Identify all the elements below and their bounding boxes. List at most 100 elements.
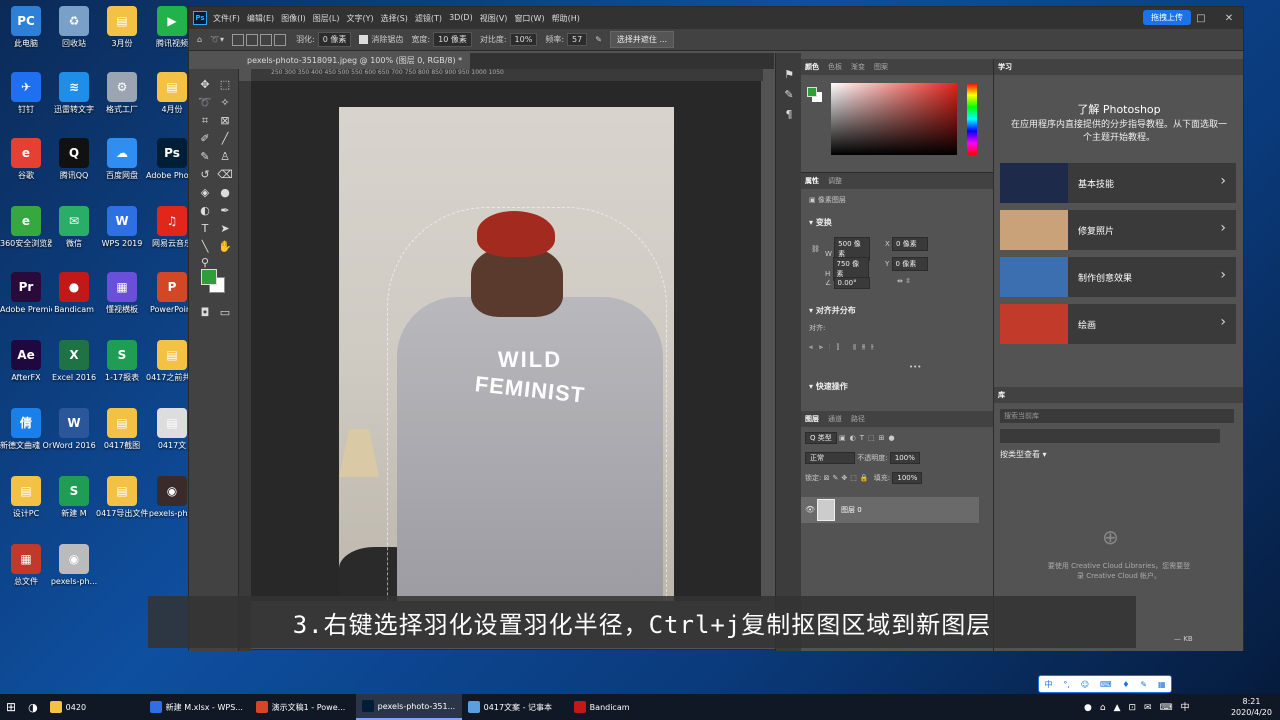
properties-tab[interactable]: 属性 <box>805 176 819 186</box>
ime-button[interactable]: ▦ <box>1158 680 1166 689</box>
desktop-icon[interactable]: Ae AfterFX <box>0 340 52 383</box>
antialias-checkbox[interactable] <box>359 35 369 44</box>
library-select[interactable] <box>1000 429 1220 443</box>
menu-item[interactable]: 滤镜(T) <box>415 13 442 24</box>
menu-item[interactable]: 图像(I) <box>281 13 306 24</box>
color-fg-swatch[interactable] <box>807 87 817 97</box>
color-picker-field[interactable] <box>831 83 957 155</box>
layer-row[interactable]: 👁 图层 0 <box>801 497 979 523</box>
desktop-icon[interactable]: ♻ 回收站 <box>48 6 100 49</box>
ime-button[interactable]: °, <box>1063 680 1070 689</box>
dodge-tool-icon[interactable]: ◐ <box>197 203 213 219</box>
desktop-icon[interactable]: ✈ 钉钉 <box>0 72 52 115</box>
quick-mask-icon[interactable]: ◘ <box>197 305 213 321</box>
blur-tool-icon[interactable]: ● <box>217 185 233 201</box>
x-field[interactable]: 0 像素 <box>892 237 929 251</box>
menu-item[interactable]: 选择(S) <box>381 13 408 24</box>
color-panel-tab[interactable]: 渐变 <box>851 62 865 72</box>
desktop-icon[interactable]: ▤ 3月份 <box>96 6 148 49</box>
taskbar-item[interactable]: 0420 <box>44 694 144 720</box>
lock-icons[interactable]: ⊠✎✥⬚🔒 <box>824 474 872 482</box>
desktop-icon[interactable]: W WPS 2019 <box>96 206 148 249</box>
libraries-tab[interactable]: 库 <box>998 390 1005 400</box>
angle-field[interactable]: 0.00° <box>833 277 870 289</box>
magic-wand-icon[interactable]: ✧ <box>217 95 233 111</box>
desktop-icon[interactable]: ▦ 懂视横板 <box>96 272 148 315</box>
learn-card[interactable]: 基本技能 › <box>1000 163 1236 203</box>
flip-icon[interactable]: ⇹ ⇳ <box>897 277 911 285</box>
desktop-icon[interactable]: ≋ 迅雷转文字 <box>48 72 100 115</box>
paragraph-panel-icon[interactable]: ¶ <box>781 107 797 123</box>
taskbar-item[interactable]: 新建 M.xlsx - WPS... <box>144 694 250 720</box>
menu-item[interactable]: 文件(F) <box>213 13 240 24</box>
frame-tool-icon[interactable]: ⊠ <box>217 113 233 129</box>
desktop-icon[interactable]: ▦ 总文件 <box>0 544 52 587</box>
type-tool-icon[interactable]: T <box>197 221 213 237</box>
add-selection-icon[interactable] <box>246 33 259 46</box>
taskbar-item[interactable]: pexels-photo-351... <box>355 694 462 720</box>
layers-tab[interactable]: 路径 <box>851 414 865 424</box>
tray-icons[interactable]: ●⌂▲⊡✉⌨中 <box>1084 700 1198 713</box>
path-select-icon[interactable]: ➤ <box>217 221 233 237</box>
intersect-selection-icon[interactable] <box>274 33 287 46</box>
opacity-field[interactable]: 100% <box>889 452 920 464</box>
lasso-tool-icon[interactable]: ➰ <box>197 95 213 111</box>
subtract-selection-icon[interactable] <box>260 33 273 46</box>
learn-card[interactable]: 修复照片 › <box>1000 210 1236 250</box>
brushes-panel-icon[interactable]: ✎ <box>781 87 797 103</box>
crop-tool-icon[interactable]: ⌗ <box>197 113 213 129</box>
layer-name[interactable]: 图层 0 <box>841 505 862 515</box>
chevron-down-icon[interactable]: ▾ <box>809 306 816 315</box>
filter-icons[interactable]: ▣◐T⬚⊞● <box>839 434 899 442</box>
hand-tool-icon[interactable]: ✋ <box>217 239 233 255</box>
blend-mode-select[interactable]: 正常 <box>805 452 855 464</box>
layer-filter-select[interactable]: Q 类型 <box>805 432 837 444</box>
ime-button[interactable]: 中 <box>1044 679 1052 690</box>
select-and-mask-button[interactable]: 选择并遮住 ... <box>609 31 675 48</box>
ime-button[interactable]: ♦ <box>1122 680 1129 689</box>
desktop-icon[interactable]: S 1-17报表 <box>96 340 148 383</box>
desktop-icon[interactable]: e 谷歌 <box>0 138 52 181</box>
maximize-button[interactable]: □ <box>1187 13 1215 24</box>
contrast-input[interactable]: 10% <box>509 33 538 46</box>
desktop-icon[interactable]: ☁ 百度网盘 <box>96 138 148 181</box>
lasso-tool-icon[interactable]: ➰▾ <box>210 35 224 44</box>
y-field[interactable]: 0 像素 <box>891 257 928 271</box>
menu-item[interactable]: 帮助(H) <box>552 13 580 24</box>
canvas-area[interactable]: WILD FEMINIST <box>251 81 761 601</box>
menu-item[interactable]: 3D(D) <box>449 13 473 24</box>
color-panel-tab[interactable]: 颜色 <box>805 62 819 72</box>
color-panel-tab[interactable]: 色板 <box>828 62 842 72</box>
desktop-icon[interactable]: ▤ 0417截图 <box>96 408 148 451</box>
ime-toolbar[interactable]: 中 °, ☺ ⌨ ♦ ✎ ▦ <box>1038 675 1172 693</box>
width-input[interactable]: 10 像素 <box>433 32 472 47</box>
fill-field[interactable]: 100% <box>892 472 923 484</box>
learn-tab[interactable]: 学习 <box>998 62 1012 72</box>
properties-tab[interactable]: 调整 <box>828 176 842 186</box>
hue-slider[interactable] <box>967 83 977 155</box>
menu-item[interactable]: 窗口(W) <box>514 13 544 24</box>
desktop-icon[interactable]: X Excel 2016 <box>48 340 100 383</box>
learn-card[interactable]: 制作创意效果 › <box>1000 257 1236 297</box>
desktop-icon[interactable]: ▤ 0417导出文件 <box>96 476 148 519</box>
desktop-icon[interactable]: PC 此电脑 <box>0 6 52 49</box>
chevron-down-icon[interactable]: ▾ <box>809 382 816 391</box>
desktop-icon[interactable]: Pr Adobe Premie... <box>0 272 52 315</box>
desktop-icon[interactable]: ● Bandicam <box>48 272 100 315</box>
layers-tab[interactable]: 图层 <box>805 414 819 424</box>
color-panel-tab[interactable]: 图案 <box>874 62 888 72</box>
library-search-input[interactable]: 搜索当前库 <box>1000 409 1234 423</box>
link-icon[interactable]: ⛓ <box>811 245 820 253</box>
ruler-tool-icon[interactable]: ╱ <box>217 131 233 147</box>
start-button[interactable]: ⊞ <box>0 694 22 720</box>
desktop-icon[interactable]: S 新建 M <box>48 476 100 519</box>
desktop-icon[interactable]: ▤ 设计PC <box>0 476 52 519</box>
screen-mode-icon[interactable]: ▭ <box>217 305 233 321</box>
visibility-eye-icon[interactable]: 👁 <box>805 505 815 514</box>
align-icons[interactable]: ⫷⫸⫶⫿ ⫴⫵⫲ <box>809 343 880 352</box>
view-by-type-label[interactable]: 按类型查看 <box>1000 450 1040 459</box>
clock[interactable]: 8:21 2020/4/20 <box>1231 696 1272 718</box>
chevron-down-icon[interactable]: ▾ <box>809 218 816 227</box>
desktop-icon[interactable]: Q 腾讯QQ <box>48 138 100 181</box>
pen-pressure-icon[interactable]: ✎ <box>595 35 602 44</box>
